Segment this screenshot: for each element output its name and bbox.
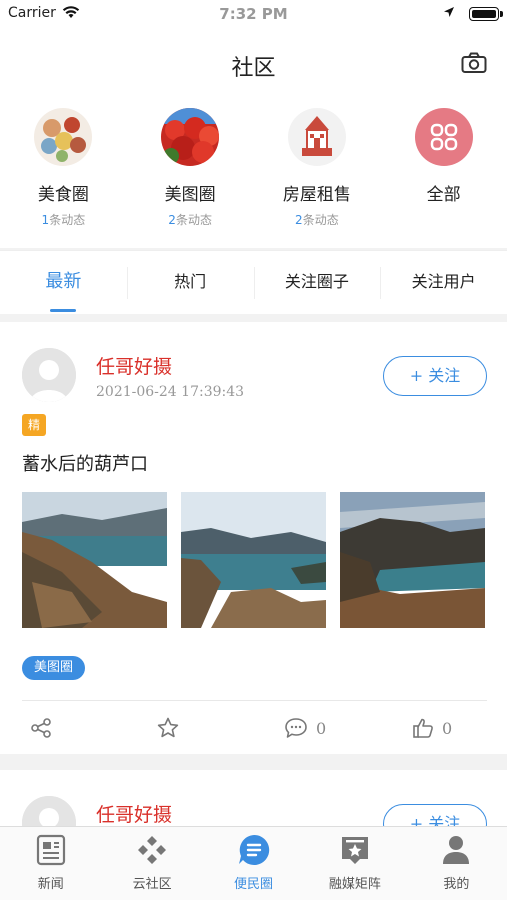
tab-followed-users[interactable]: 关注用户 bbox=[380, 251, 507, 314]
profile-icon bbox=[443, 836, 470, 864]
tab-followed-circles[interactable]: 关注圈子 bbox=[253, 251, 381, 314]
nav-media-matrix[interactable]: 融媒矩阵 bbox=[304, 827, 405, 900]
camera-icon[interactable] bbox=[461, 52, 487, 74]
circle-categories: 美食圈 1条动态 美图圈 2条动态 房屋租售 2条动态 全部 bbox=[0, 100, 507, 248]
all-circle-avatar bbox=[414, 108, 473, 166]
favorite-button[interactable] bbox=[156, 714, 180, 742]
comment-button[interactable]: 0 bbox=[284, 714, 326, 742]
post-photo[interactable] bbox=[181, 492, 326, 628]
nav-label: 我的 bbox=[443, 877, 470, 892]
bottom-navigation: 新闻 云社区 便民圈 融媒矩阵 我的 bbox=[0, 826, 507, 900]
comment-count: 0 bbox=[316, 718, 327, 738]
post-username[interactable]: 任哥好摄 bbox=[96, 800, 172, 827]
post-timestamp: 2021-06-24 17:39:43 bbox=[96, 384, 245, 400]
share-button[interactable] bbox=[30, 714, 52, 742]
like-count: 0 bbox=[442, 718, 453, 738]
user-avatar[interactable] bbox=[22, 348, 76, 402]
nav-profile[interactable]: 我的 bbox=[406, 827, 507, 900]
follow-button[interactable]: + 关注 bbox=[383, 356, 487, 396]
circle-name: 全部 bbox=[426, 185, 461, 205]
header: 社区 bbox=[0, 28, 507, 100]
media-matrix-icon bbox=[341, 837, 368, 864]
post-photo[interactable] bbox=[22, 492, 167, 628]
nav-label: 融媒矩阵 bbox=[328, 877, 381, 892]
tab-latest[interactable]: 最新 bbox=[0, 251, 127, 314]
circle-name: 房屋租售 bbox=[282, 185, 351, 205]
circle-item-food[interactable]: 美食圈 1条动态 bbox=[0, 100, 127, 248]
like-button[interactable]: 0 bbox=[412, 714, 452, 742]
tab-hot[interactable]: 热门 bbox=[126, 251, 254, 314]
nav-convenience-circle[interactable]: 便民圈 bbox=[203, 827, 304, 900]
featured-badge: 精 bbox=[22, 414, 46, 436]
circle-post-count: 1条动态 bbox=[41, 213, 86, 227]
nav-news[interactable]: 新闻 bbox=[0, 827, 101, 900]
housing-circle-avatar bbox=[287, 108, 346, 166]
location-arrow-icon bbox=[444, 7, 454, 17]
star-icon bbox=[157, 717, 179, 738]
comment-icon bbox=[285, 718, 307, 738]
circle-post-count: 2条动态 bbox=[295, 213, 339, 227]
convenience-circle-icon bbox=[238, 834, 269, 865]
nav-label: 便民圈 bbox=[234, 877, 274, 892]
nav-label: 新闻 bbox=[37, 877, 64, 892]
circle-post-count: 2条动态 bbox=[168, 213, 212, 227]
photo-circle-avatar bbox=[161, 108, 220, 166]
thumbs-up-icon bbox=[413, 718, 433, 738]
cloud-community-icon bbox=[138, 836, 167, 864]
circle-name: 美图圈 bbox=[164, 185, 216, 205]
page-title: 社区 bbox=[231, 56, 276, 81]
post-circle-tag[interactable]: 美图圈 bbox=[22, 656, 86, 680]
status-bar: Carrier 7:32 PM bbox=[0, 0, 507, 28]
circle-item-all[interactable]: 全部 bbox=[380, 100, 507, 248]
post-title[interactable]: 蓄水后的葫芦口 bbox=[22, 450, 148, 476]
nav-label: 云社区 bbox=[132, 877, 172, 892]
nav-cloud-community[interactable]: 云社区 bbox=[101, 827, 202, 900]
post-username[interactable]: 任哥好摄 bbox=[96, 352, 172, 379]
circle-item-housing[interactable]: 房屋租售 2条动态 bbox=[254, 100, 381, 248]
post-card: 任哥好摄 2021-06-24 17:39:43 + 关注 精 蓄水后的葫芦口 bbox=[0, 322, 507, 754]
user-avatar[interactable] bbox=[22, 796, 76, 830]
status-time: 7:32 PM bbox=[219, 5, 288, 23]
share-icon bbox=[31, 718, 51, 738]
post-card: 任哥好摄 + 关注 bbox=[0, 770, 507, 830]
circle-name: 美食圈 bbox=[37, 185, 89, 205]
news-icon bbox=[36, 834, 65, 866]
feed-tabs: 最新 热门 关注圈子 关注用户 bbox=[0, 250, 507, 314]
post-divider bbox=[22, 700, 487, 701]
battery-icon bbox=[469, 7, 503, 21]
circle-item-photo[interactable]: 美图圈 2条动态 bbox=[127, 100, 254, 248]
food-circle-avatar bbox=[34, 108, 93, 166]
post-photo[interactable] bbox=[340, 492, 485, 628]
